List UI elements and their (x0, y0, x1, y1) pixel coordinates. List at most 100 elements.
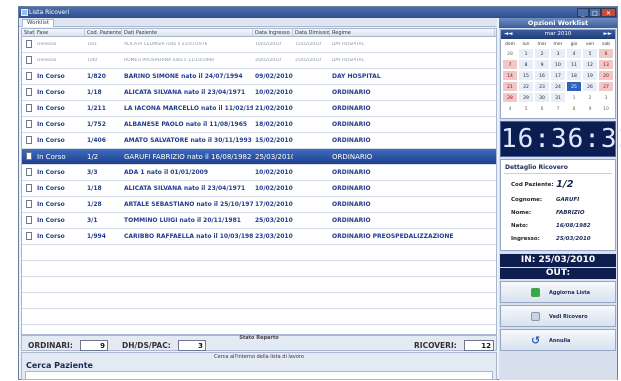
table-row[interactable]: In Corso 1/211 LA IACONA MARCELLO nato il … (22, 101, 496, 117)
calendar-day[interactable]: 16 (534, 70, 550, 81)
calendar-day[interactable]: 13 (598, 59, 614, 70)
table-cell: 1/18 (87, 185, 102, 192)
table-cell: 18/02/2010 (255, 121, 293, 128)
calendar-day[interactable]: 7 (550, 103, 566, 114)
calendar-day[interactable]: 23 (534, 81, 550, 92)
calendar-day[interactable]: 14 (502, 70, 518, 81)
calendar-day[interactable]: 15 (518, 70, 534, 81)
table-cell: CARIBBO RAFFAELLA nato il 10/03/1986 (124, 233, 253, 240)
ordinari-label: ORDINARI: (28, 341, 73, 350)
column-header[interactable]: Fase (35, 29, 85, 36)
column-header[interactable]: Dati Paziente (122, 29, 253, 36)
vedi-ricovero-button[interactable]: Vedi Ricovero (500, 305, 616, 327)
calendar-day[interactable]: 1 (518, 48, 534, 59)
minimize-button[interactable]: _ (577, 8, 589, 17)
calendar-weekday: mer (550, 40, 566, 48)
calendar-day[interactable]: 8 (518, 59, 534, 70)
out-date-bar: OUT: (500, 268, 616, 279)
table-header: Stato Fase Cod. Paziente Dati Paziente D… (22, 29, 496, 37)
calendar-day[interactable]: 9 (582, 103, 598, 114)
next-month-button[interactable]: ►► (604, 30, 612, 39)
calendar-day[interactable]: 18 (566, 70, 582, 81)
calendar-day[interactable]: 10 (550, 59, 566, 70)
calendar-day[interactable]: 5 (582, 48, 598, 59)
calendar-day[interactable]: 20 (598, 70, 614, 81)
calendar-day[interactable]: 6 (534, 103, 550, 114)
calendar-day[interactable]: 21 (502, 81, 518, 92)
calendar-day[interactable]: 19 (582, 70, 598, 81)
calendar-day[interactable]: 6 (598, 48, 614, 59)
table-cell: ORDINARIO (332, 217, 371, 224)
calendar-day[interactable]: 28 (502, 92, 518, 103)
tab-worklist[interactable]: Worklist (22, 19, 55, 27)
calendar-day[interactable]: 22 (518, 81, 534, 92)
aggiorna-lista-button[interactable]: Aggiorna Lista (500, 281, 616, 303)
column-header[interactable]: Stato (22, 29, 35, 36)
calendar-day[interactable]: 12 (582, 59, 598, 70)
calendar-day[interactable]: 4 (566, 48, 582, 59)
table-cell: Dimesso (37, 42, 57, 47)
calendar-day[interactable]: 7 (502, 59, 518, 70)
calendar-day[interactable]: 30 (534, 92, 550, 103)
search-input[interactable] (25, 371, 493, 380)
close-button[interactable]: ✕ (601, 8, 616, 17)
calendar-day[interactable]: 11 (566, 59, 582, 70)
annulla-button[interactable]: ↺ Annulla (500, 329, 616, 351)
calendar-weekday: lun (518, 40, 534, 48)
calendar-day[interactable]: 24 (550, 81, 566, 92)
table-row[interactable]: In Corso 1/406 AMATO SALVATORE nato il 30/… (22, 133, 496, 149)
table-row[interactable]: Dimesso 1/01 ALICATA CELMISIA nato il 21/0… (22, 37, 496, 53)
calendar-day[interactable]: 5 (518, 103, 534, 114)
table-cell: 10/02/2010 (255, 89, 293, 96)
table-row[interactable]: In Corso 1/18 ALICATA SILVANA nato il 23/0… (22, 85, 496, 101)
calendar-day[interactable]: 27 (598, 81, 614, 92)
maximize-button[interactable]: □ (589, 8, 601, 17)
table-cell: In Corso (37, 169, 65, 176)
table-row[interactable]: In Corso 1/820 BARINO SIMONE nato il 24/07… (22, 69, 496, 85)
table-row[interactable]: In Corso 1/28 ARTALE SEBASTIANO nato il 25… (22, 197, 496, 213)
calendar-day[interactable]: 3 (550, 48, 566, 59)
table-row[interactable]: In Corso 1/18 ALICATA SILVANA nato il 23/0… (22, 181, 496, 197)
row-status-cell (22, 231, 35, 242)
column-header[interactable]: Data Dimissione (293, 29, 330, 36)
calendar-day[interactable]: 31 (550, 92, 566, 103)
calendar-day[interactable]: 3 (598, 92, 614, 103)
table-row[interactable]: Dimesso 1/00 ROMEO PROSPERINA nato il 11/1… (22, 53, 496, 69)
calendar-day[interactable]: 28 (502, 48, 518, 59)
calendar-day[interactable]: 4 (502, 103, 518, 114)
table-cell: ORDINARIO (332, 89, 371, 96)
calendar-day[interactable]: 17 (550, 70, 566, 81)
table-row[interactable]: In Corso 1/752 ALBANESE PAOLO nato il 11/0… (22, 117, 496, 133)
in-date-bar: IN: 25/03/2010 (500, 254, 616, 267)
table-cell: TOMMINO LUIGI nato il 20/11/1981 (124, 217, 241, 224)
column-header[interactable]: Regime (330, 29, 495, 36)
calendar-day[interactable]: 29 (518, 92, 534, 103)
table-cell: ALICATA SILVANA nato il 23/04/1971 (124, 185, 246, 192)
table-cell: 20/02/2010 (255, 58, 281, 63)
ricoveri-count: 12 (464, 340, 494, 351)
table-row[interactable]: In Corso 1/994 CARIBBO RAFFAELLA nato il 1… (22, 229, 496, 245)
cod-label: Cod Paziente: (511, 182, 554, 188)
table-cell: GARUFI FABRIZIO nato il 16/08/1982 (124, 152, 252, 161)
table-cell: 23/03/2010 (255, 233, 293, 240)
calendar-day[interactable]: 1 (566, 92, 582, 103)
calendar-day[interactable]: 26 (582, 81, 598, 92)
window-title: Lista Ricoveri (29, 9, 70, 16)
divider (504, 173, 612, 174)
calendar-day[interactable]: 9 (534, 59, 550, 70)
ricoveri-label: RICOVERI: (414, 341, 457, 350)
calendar-day[interactable]: 25 (566, 81, 582, 92)
column-header[interactable]: Cod. Paziente (85, 29, 122, 36)
table-cell: ALICATA SILVANA nato il 23/04/1971 (124, 89, 246, 96)
table-row[interactable]: In Corso 1/2 GARUFI FABRIZIO nato il 16/08… (22, 149, 496, 165)
column-header[interactable]: Data Ingresso (253, 29, 293, 36)
calendar-day[interactable]: 10 (598, 103, 614, 114)
calendar-day[interactable]: 8 (566, 103, 582, 114)
tab-bar: Worklist (19, 18, 497, 27)
calendar-day[interactable]: 2 (534, 48, 550, 59)
nome-value: FABRIZIO (556, 210, 585, 216)
prev-month-button[interactable]: ◄◄ (504, 30, 512, 39)
table-row[interactable]: In Corso 3/1 TOMMINO LUIGI nato il 20/11/1… (22, 213, 496, 229)
calendar-day[interactable]: 2 (582, 92, 598, 103)
table-row[interactable]: In Corso 3/3 ADA 1 nato il 01/01/2009 10/02… (22, 165, 496, 181)
